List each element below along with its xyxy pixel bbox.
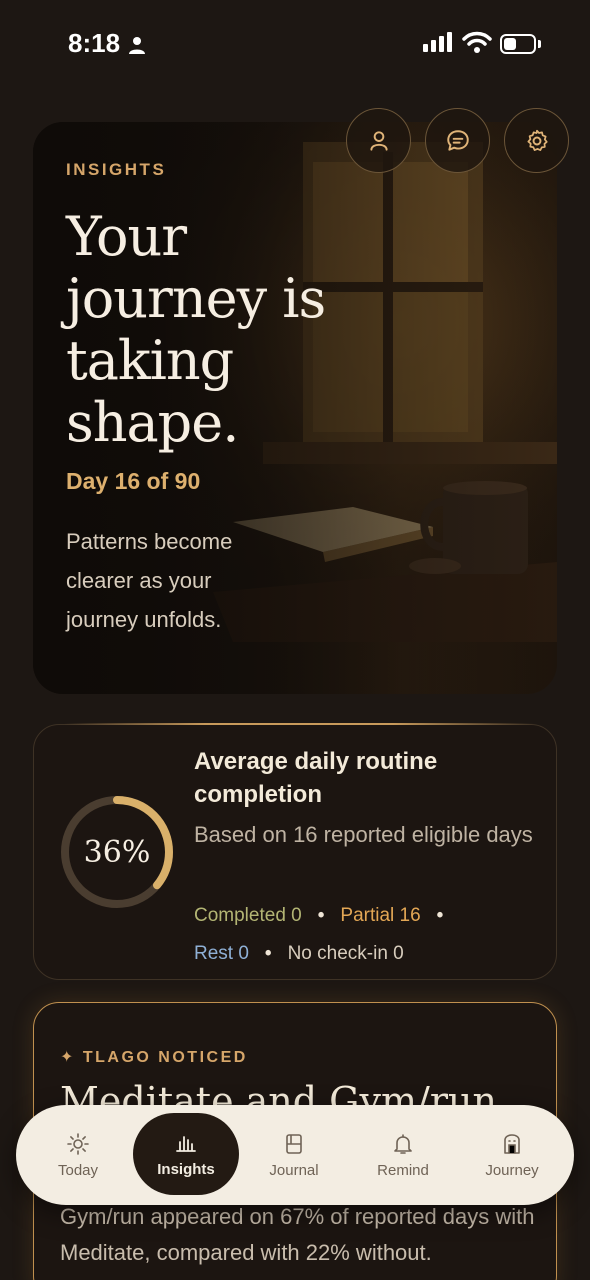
tab-remind[interactable]: Remind [353, 1105, 453, 1205]
hero-title: Your journey is taking shape. [66, 205, 326, 454]
routine-completion-card[interactable]: 36% Average daily routine completion Bas… [33, 723, 557, 980]
settings-icon [526, 129, 548, 151]
settings-button[interactable] [504, 108, 569, 173]
person-icon [129, 37, 145, 54]
profile-icon [369, 130, 388, 151]
battery-icon [500, 34, 536, 54]
tab-journey[interactable]: Journey [462, 1105, 562, 1205]
chat-icon [446, 129, 469, 151]
insights-hero-card: INSIGHTS Your journey is taking shape. D… [33, 122, 557, 694]
tab-insights[interactable]: Insights [133, 1113, 239, 1195]
status-time: 8:18 [68, 28, 121, 58]
completion-percent: 36% [83, 834, 151, 870]
bell-icon [394, 1133, 412, 1154]
noticed-body: Gym/run appeared on 67% of reported days… [60, 1204, 535, 1265]
tab-journey-label: Journey [485, 1161, 539, 1179]
legend-partial: Partial 16 [340, 905, 421, 926]
bottom-tab-bar: Today Insights Journal Remind Journey [16, 1105, 574, 1205]
sun-icon [67, 1132, 89, 1155]
status-bar: 8:18 [0, 0, 590, 90]
journal-icon [286, 1133, 302, 1154]
profile-button[interactable] [346, 108, 411, 173]
status-legend: Completed 0 • Partial 16 • Rest 0 • No check-… [194, 897, 534, 973]
bar-chart-icon [176, 1135, 196, 1152]
legend-rest: Rest 0 [194, 943, 249, 964]
cellular-signal-icon [423, 32, 452, 52]
hero-description: Patterns become clearer as your journey … [66, 529, 233, 632]
tab-journal-label: Journal [269, 1161, 319, 1179]
header-icon-group [346, 108, 569, 173]
legend-separator: • [264, 943, 272, 964]
stat-subtitle: Based on 16 reported eligible days [194, 822, 533, 847]
legend-separator: • [436, 905, 444, 926]
legend-separator: • [317, 905, 325, 926]
journey-icon [504, 1133, 520, 1154]
hero-day-counter: Day 16 of 90 [66, 468, 201, 494]
legend-no-checkin: No check-in 0 [287, 943, 404, 964]
chat-button[interactable] [425, 108, 490, 173]
tab-insights-label: Insights [157, 1160, 215, 1178]
battery-tip [538, 40, 541, 48]
noticed-label: ✦ TLAGO NOTICED [60, 1049, 248, 1066]
wifi-icon [462, 31, 492, 53]
tab-journal[interactable]: Journal [244, 1105, 344, 1205]
tab-remind-label: Remind [377, 1161, 429, 1179]
tab-today-label: Today [57, 1161, 99, 1179]
stat-title: Average daily routine completion [194, 748, 438, 808]
tab-today[interactable]: Today [28, 1105, 128, 1205]
legend-completed: Completed 0 [194, 905, 302, 926]
hero-section-label: INSIGHTS [66, 160, 167, 179]
